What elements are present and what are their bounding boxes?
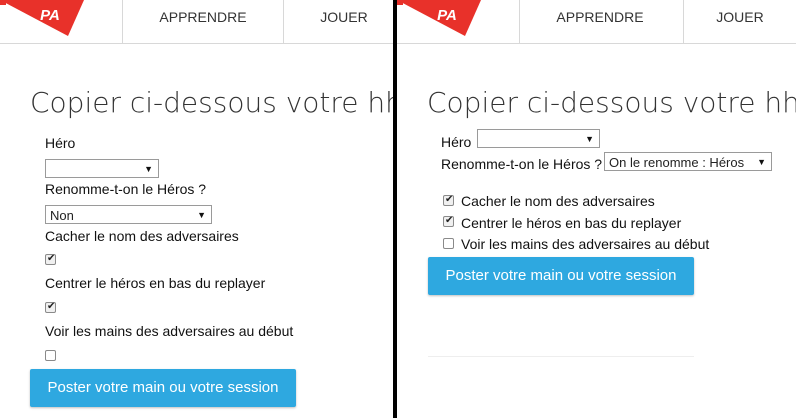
rename-select-value: Non bbox=[50, 208, 74, 223]
dropdown-arrow-icon: ▼ bbox=[197, 210, 206, 220]
submit-button[interactable]: Poster votre main ou votre session bbox=[30, 369, 296, 407]
nav-apprendre[interactable]: APPRENDRE bbox=[123, 0, 283, 43]
hero-select[interactable]: ▼ bbox=[477, 129, 600, 148]
hero-label: Héro bbox=[45, 135, 76, 151]
option-label-hide-names: Cacher le nom des adversaires bbox=[45, 228, 239, 244]
option-label-hide-names: Cacher le nom des adversaires bbox=[461, 193, 655, 209]
submit-button[interactable]: Poster votre main ou votre session bbox=[428, 257, 694, 295]
nav-jouer[interactable]: JOUER bbox=[684, 0, 796, 43]
rename-label: Renomme-t-on le Héros ? bbox=[45, 181, 207, 197]
option-label-center-hero: Centrer le héros en bas du replayer bbox=[45, 275, 266, 291]
hero-label: Héro bbox=[441, 134, 472, 150]
top-nav: PA APPRENDRE JOUER bbox=[397, 0, 796, 44]
nav-jouer[interactable]: JOUER bbox=[284, 0, 393, 43]
page-title: Copier ci-dessous votre hh bbox=[30, 86, 393, 119]
panel-left: PA APPRENDRE JOUER Copier ci-dessous vot… bbox=[0, 0, 393, 418]
site-logo[interactable]: PA bbox=[0, 0, 84, 36]
check-icon: ✔ bbox=[445, 194, 454, 205]
option-label-show-hands: Voir les mains des adversaires au début bbox=[461, 236, 710, 252]
rename-select-value: On le renomme : Héros bbox=[609, 155, 745, 170]
svg-text:PA: PA bbox=[40, 7, 60, 24]
site-logo[interactable]: PA bbox=[397, 0, 481, 36]
checkbox-show-hands[interactable] bbox=[45, 350, 56, 361]
rename-select[interactable]: On le renomme : Héros ▼ bbox=[604, 152, 772, 171]
check-icon: ✔ bbox=[47, 253, 56, 264]
panel-right: PA APPRENDRE JOUER Copier ci-dessous vot… bbox=[397, 0, 796, 418]
checkbox-hide-names[interactable]: ✔ bbox=[443, 194, 454, 206]
faint-separator bbox=[428, 356, 694, 357]
option-label-show-hands: Voir les mains des adversaires au début bbox=[45, 323, 294, 339]
check-icon: ✔ bbox=[47, 301, 56, 312]
rename-label: Renomme-t-on le Héros ? bbox=[441, 156, 603, 172]
dropdown-arrow-icon: ▼ bbox=[144, 164, 153, 174]
dropdown-arrow-icon: ▼ bbox=[757, 157, 766, 167]
check-icon: ✔ bbox=[445, 215, 454, 226]
svg-text:PA: PA bbox=[437, 7, 457, 24]
checkbox-center-hero[interactable]: ✔ bbox=[443, 215, 454, 227]
page-title: Copier ci-dessous votre hh bbox=[427, 86, 796, 119]
top-nav: PA APPRENDRE JOUER bbox=[0, 0, 393, 44]
checkbox-show-hands[interactable] bbox=[443, 238, 454, 249]
checkbox-hide-names[interactable]: ✔ bbox=[45, 253, 56, 265]
rename-select[interactable]: Non ▼ bbox=[45, 205, 212, 224]
checkbox-center-hero[interactable]: ✔ bbox=[45, 301, 56, 313]
option-label-center-hero: Centrer le héros en bas du replayer bbox=[461, 215, 682, 231]
hero-select[interactable]: ▼ bbox=[45, 159, 159, 178]
dropdown-arrow-icon: ▼ bbox=[585, 134, 594, 144]
nav-apprendre[interactable]: APPRENDRE bbox=[520, 0, 680, 43]
